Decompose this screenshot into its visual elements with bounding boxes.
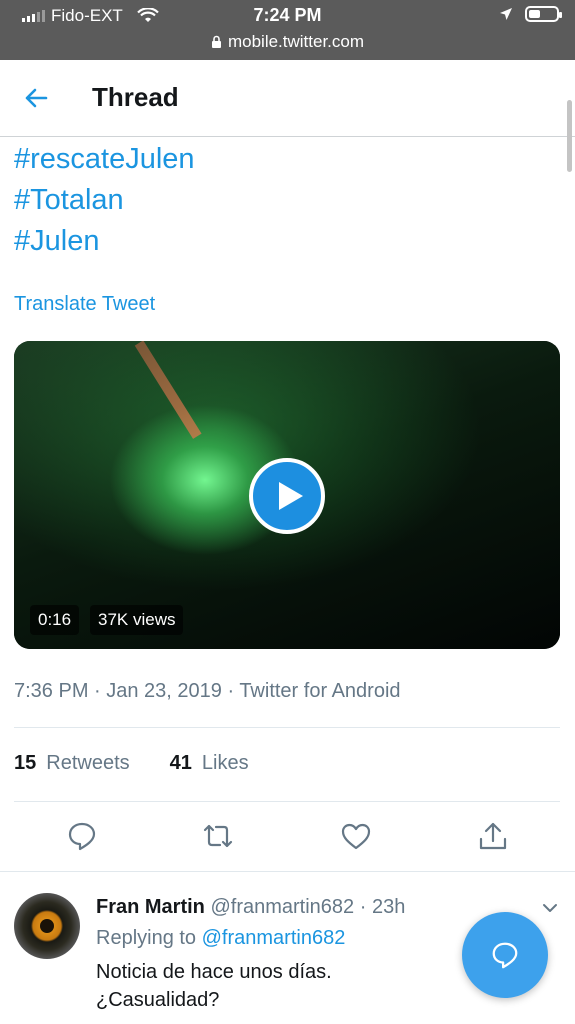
share-icon[interactable] xyxy=(477,820,509,852)
hashtag-link[interactable]: #Julen xyxy=(14,221,195,262)
clock: 7:24 PM xyxy=(253,5,322,25)
page-title: Thread xyxy=(92,82,179,112)
divider xyxy=(14,801,560,802)
video-duration-badge: 0:16 xyxy=(30,605,80,635)
likes-count: 41 xyxy=(169,752,192,774)
play-icon xyxy=(279,482,303,510)
translate-tweet-link[interactable]: Translate Tweet xyxy=(14,293,155,316)
tweet-stats: 15 Retweets 41 Likes xyxy=(14,752,249,775)
tweet-actions xyxy=(0,820,575,854)
video-player[interactable]: 0:16 37K views xyxy=(14,341,560,649)
author-name: Fran Martin xyxy=(96,896,205,918)
reply-text: Noticia de hace unos días. ¿Casualidad? xyxy=(96,958,332,1014)
avatar[interactable] xyxy=(14,893,80,959)
retweets-stat[interactable]: 15 Retweets xyxy=(14,752,130,775)
hashtag-link[interactable]: #rescateJulen xyxy=(14,139,195,180)
back-arrow-icon[interactable] xyxy=(22,84,50,112)
reply-text-line: Noticia de hace unos días. xyxy=(96,961,332,983)
author-handle-time: @franmartin682 · 23h xyxy=(210,896,406,918)
scrollbar[interactable] xyxy=(567,100,572,172)
replying-handle-link[interactable]: @franmartin682 xyxy=(202,927,346,949)
retweet-icon[interactable] xyxy=(202,820,234,852)
compose-reply-icon xyxy=(492,942,518,969)
likes-label: Likes xyxy=(201,752,249,774)
address-bar[interactable]: mobile.twitter.com xyxy=(0,32,575,52)
replying-prefix: Replying to xyxy=(96,927,197,949)
divider xyxy=(14,727,560,728)
reply-author[interactable]: Fran Martin @franmartin682 · 23h xyxy=(96,896,405,919)
hashtag-list: #rescateJulen #Totalan #Julen xyxy=(14,139,195,262)
thread-header: Thread xyxy=(0,60,575,137)
hashtag-link[interactable]: #Totalan xyxy=(14,180,195,221)
location-arrow-icon xyxy=(500,8,512,20)
tweet-timestamp: 7:36 PM · Jan 23, 2019 · Twitter for And… xyxy=(14,680,401,702)
video-views-badge: 37K views xyxy=(90,605,184,635)
battery-icon xyxy=(525,6,562,22)
replying-to: Replying to @franmartin682 xyxy=(96,927,345,950)
retweets-count: 15 xyxy=(14,752,37,774)
reply-icon[interactable] xyxy=(66,820,98,852)
likes-stat[interactable]: 41 Likes xyxy=(170,752,249,775)
lock-icon xyxy=(211,35,221,48)
like-heart-icon[interactable] xyxy=(340,820,372,852)
play-button[interactable] xyxy=(249,458,325,534)
retweets-label: Retweets xyxy=(46,752,130,774)
compose-reply-button[interactable] xyxy=(462,912,548,998)
reply-text-line: ¿Casualidad? xyxy=(96,989,220,1011)
chevron-down-icon[interactable] xyxy=(540,898,560,918)
url-text: mobile.twitter.com xyxy=(227,32,365,51)
divider xyxy=(0,871,575,872)
status-bar: Fido-EXT 7:24 PM mobile.twitter.com xyxy=(0,0,575,60)
